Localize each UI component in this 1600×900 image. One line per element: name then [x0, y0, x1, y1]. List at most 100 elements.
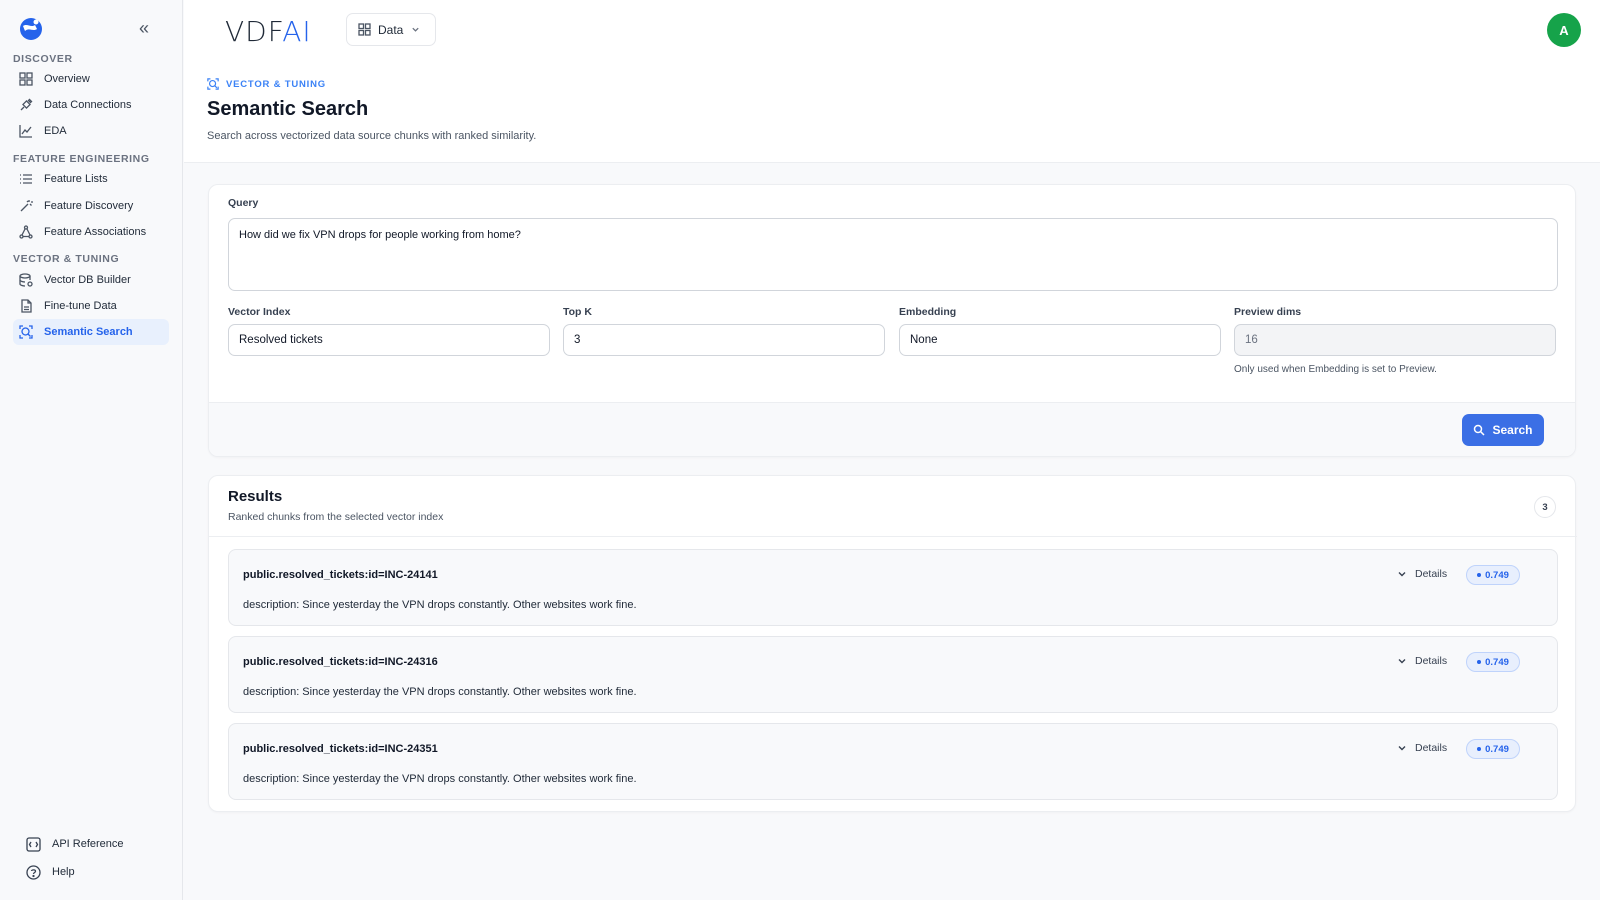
preview-dims-hint: Only used when Embedding is set to Previ… [1234, 364, 1437, 375]
breadcrumb-text: VECTOR & TUNING [226, 78, 326, 90]
help-icon [26, 864, 41, 880]
results-card: Results Ranked chunks from the selected … [208, 475, 1577, 812]
query-card-footer [209, 402, 1575, 456]
section-label-feature-engineering: FEATURE ENGINEERING [13, 153, 150, 165]
chart-area-icon [19, 124, 33, 138]
sidebar-item-label: Feature Discovery [44, 200, 134, 212]
network-icon [19, 225, 33, 239]
search-scan-icon [19, 325, 33, 339]
sidebar-item-fine-tune-data[interactable]: Fine-tune Data [13, 293, 169, 319]
main-area: VDFAI Data A VECTOR & TUNING Semantic Se… [184, 0, 1600, 900]
vector-index-input[interactable] [228, 324, 550, 356]
result-item: public.resolved_tickets:id=INC-24141 des… [228, 549, 1558, 626]
data-dropdown-label: Data [378, 22, 404, 37]
results-subtitle: Ranked chunks from the selected vector i… [228, 511, 444, 523]
sidebar-item-feature-discovery[interactable]: Feature Discovery [13, 193, 169, 219]
brand-text: VDF [225, 15, 283, 48]
score-value: 0.749 [1485, 656, 1509, 668]
score-value: 0.749 [1485, 743, 1509, 755]
section-label-discover: DISCOVER [13, 53, 73, 65]
result-item: public.resolved_tickets:id=INC-24316 des… [228, 636, 1558, 713]
breadcrumb: VECTOR & TUNING [207, 78, 326, 90]
page-title: Semantic Search [207, 98, 369, 120]
query-label: Query [228, 197, 259, 209]
sidebar-item-feature-associations[interactable]: Feature Associations [13, 219, 169, 245]
similarity-score-badge: 0.749 [1466, 652, 1520, 672]
sidebar-item-label: Feature Associations [44, 226, 147, 238]
details-toggle[interactable]: Details [1397, 568, 1447, 580]
sidebar-item-vector-db-builder[interactable]: Vector DB Builder [13, 267, 169, 293]
results-count-badge: 3 [1534, 496, 1556, 518]
magic-wand-icon [19, 199, 33, 213]
sidebar: « DISCOVER Overview Data Connections EDA… [0, 0, 183, 900]
details-toggle[interactable]: Details [1397, 742, 1447, 754]
list-icon [19, 172, 33, 186]
sidebar-item-label: EDA [44, 125, 67, 137]
result-id: public.resolved_tickets:id=INC-24351 [243, 743, 438, 755]
avatar[interactable]: A [1547, 13, 1581, 47]
dot-icon [1477, 660, 1482, 664]
top-k-input[interactable] [563, 324, 885, 356]
preview-dims-label: Preview dims [1234, 306, 1302, 318]
chevron-down-icon [1397, 743, 1407, 753]
app-logo-icon[interactable] [19, 17, 43, 41]
result-description: description: Since yesterday the VPN dro… [243, 773, 637, 785]
sidebar-footer-api-reference[interactable]: API Reference [26, 834, 124, 854]
query-card: Query How did we fix VPN drops for peopl… [208, 184, 1576, 457]
sidebar-item-feature-lists[interactable]: Feature Lists [13, 166, 169, 192]
sidebar-footer-label: API Reference [52, 838, 124, 850]
database-icon [19, 273, 33, 287]
section-label-vector-tuning: VECTOR & TUNING [13, 253, 120, 265]
sidebar-item-label: Fine-tune Data [44, 300, 117, 312]
divider [209, 536, 1577, 537]
similarity-score-badge: 0.749 [1466, 739, 1520, 759]
details-toggle[interactable]: Details [1397, 655, 1447, 667]
query-input[interactable]: How did we fix VPN drops for people work… [228, 218, 1558, 291]
grid-icon [358, 23, 371, 36]
sidebar-footer-help[interactable]: Help [26, 862, 75, 882]
sidebar-item-label: Data Connections [44, 99, 132, 111]
grid-icon [19, 72, 33, 86]
result-description: description: Since yesterday the VPN dro… [243, 686, 637, 698]
preview-dims-input [1234, 324, 1556, 356]
sidebar-item-label: Vector DB Builder [44, 274, 131, 286]
details-label: Details [1415, 655, 1448, 667]
data-dropdown[interactable]: Data [346, 13, 436, 46]
page-header: VDFAI Data A VECTOR & TUNING Semantic Se… [184, 0, 1600, 163]
dot-icon [1477, 573, 1482, 577]
plug-icon [19, 98, 33, 112]
sidebar-item-label: Overview [44, 73, 90, 85]
chevron-down-icon [1397, 569, 1407, 579]
vector-index-label: Vector Index [228, 306, 291, 318]
collapse-sidebar-icon[interactable]: « [139, 19, 155, 37]
search-scan-icon [207, 78, 219, 90]
sidebar-item-data-connections[interactable]: Data Connections [13, 92, 169, 118]
top-k-label: Top K [563, 306, 592, 318]
search-button[interactable]: Search [1462, 414, 1544, 446]
chevron-down-icon [411, 25, 420, 34]
result-description: description: Since yesterday the VPN dro… [243, 599, 637, 611]
sidebar-item-semantic-search[interactable]: Semantic Search [13, 319, 169, 345]
sidebar-item-overview[interactable]: Overview [13, 66, 169, 92]
result-item: public.resolved_tickets:id=INC-24351 des… [228, 723, 1558, 800]
result-id: public.resolved_tickets:id=INC-24316 [243, 656, 438, 668]
sidebar-item-label: Feature Lists [44, 173, 108, 185]
api-icon [26, 836, 41, 852]
brand-logo[interactable]: VDFAI [225, 15, 312, 48]
sidebar-item-eda[interactable]: EDA [13, 118, 169, 144]
file-icon [19, 299, 33, 313]
score-value: 0.749 [1485, 569, 1509, 581]
embedding-input[interactable] [899, 324, 1221, 356]
details-label: Details [1415, 568, 1448, 580]
search-button-label: Search [1492, 423, 1533, 437]
embedding-label: Embedding [899, 306, 957, 318]
dot-icon [1477, 747, 1482, 751]
chevron-down-icon [1397, 656, 1407, 666]
result-id: public.resolved_tickets:id=INC-24141 [243, 569, 438, 581]
sidebar-item-label: Semantic Search [44, 326, 133, 338]
details-label: Details [1415, 742, 1448, 754]
brand-accent-text: AI [282, 15, 312, 48]
similarity-score-badge: 0.749 [1466, 565, 1520, 585]
page-subtitle: Search across vectorized data source chu… [207, 130, 537, 142]
search-icon [1473, 424, 1486, 436]
